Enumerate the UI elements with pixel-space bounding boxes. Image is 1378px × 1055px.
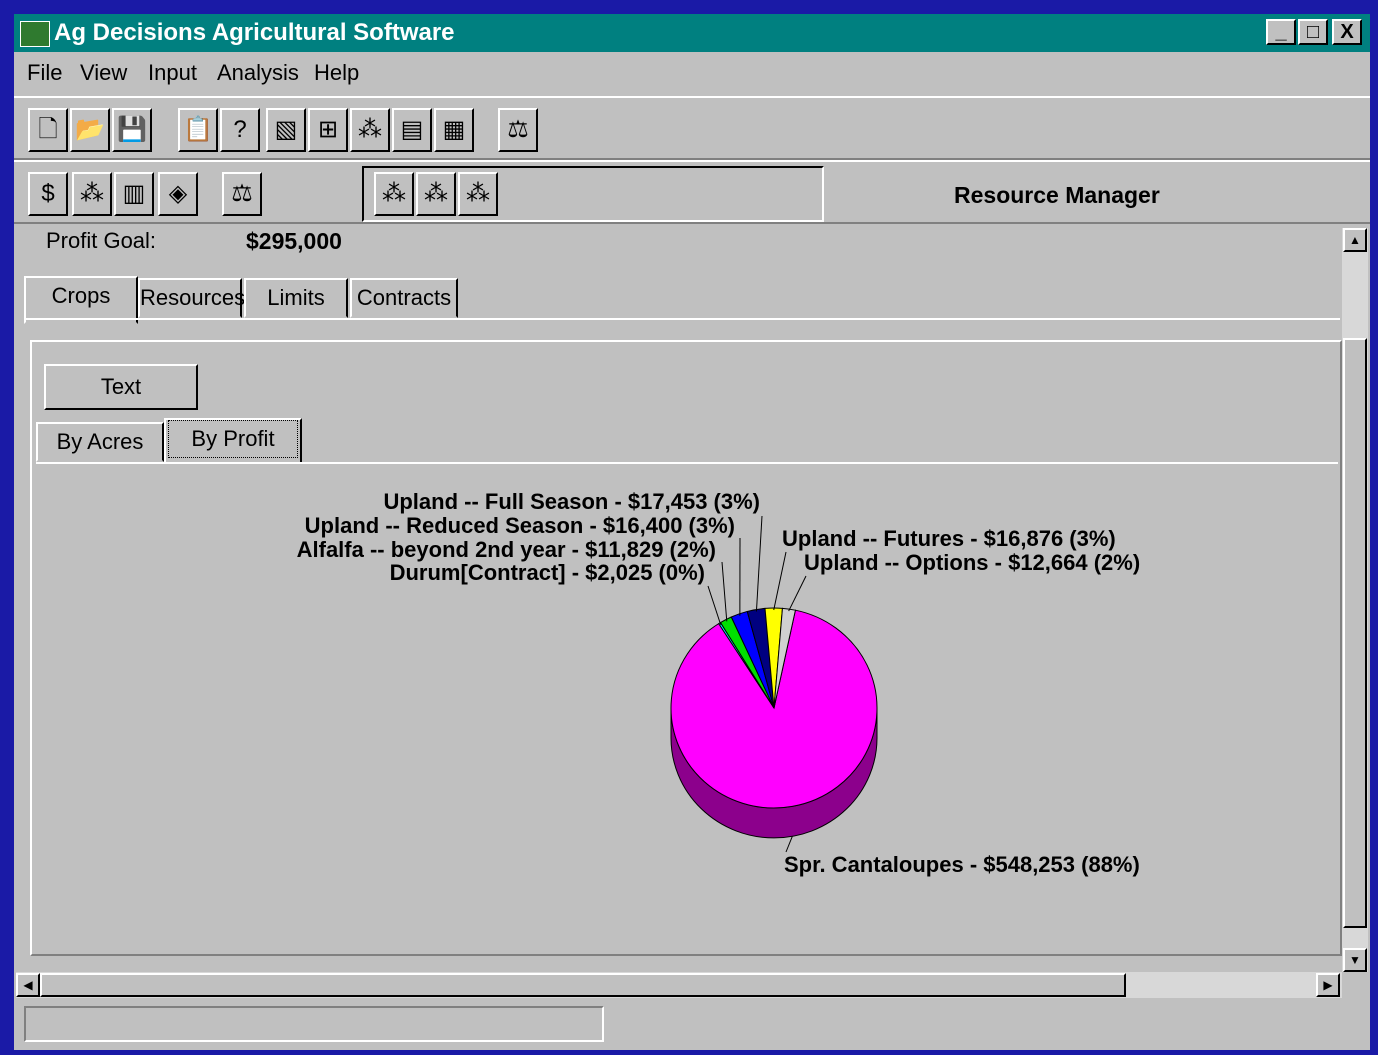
scroll-up-button[interactable]: ▲ [1343, 228, 1367, 252]
main-toolbar: 🗋 📂 💾 📋 ? ▧ ⊞ ⁂ ▤ ▦ ⚖ [14, 96, 1370, 160]
pie-label-3: Upland -- Reduced Season - $16,400 (3%) [305, 513, 735, 538]
close-button[interactable]: X [1332, 19, 1362, 45]
app-logo-icon [20, 21, 50, 47]
pie-leader-line-5 [773, 551, 787, 611]
help-question-icon[interactable]: ? [220, 108, 260, 152]
scroll-right-button[interactable]: ▶ [1316, 973, 1340, 997]
resource-manager-label: Resource Manager [954, 182, 1160, 208]
pie-leader-line-4 [755, 515, 763, 612]
horizontal-scroll-thumb[interactable] [40, 973, 1126, 997]
pie-label-5: Upland -- Futures - $16,876 (3%) [782, 526, 1116, 551]
menu-view[interactable]: View [80, 60, 127, 86]
maximize-button[interactable]: □ [1298, 19, 1328, 45]
new-document-icon[interactable]: 🗋 [28, 108, 68, 152]
text-button[interactable]: Text [44, 364, 198, 410]
grid-icon[interactable]: ⊞ [308, 108, 348, 152]
silo-icon[interactable]: ▥ [114, 172, 154, 216]
pie-label-4: Upland -- Full Season - $17,453 (3%) [383, 489, 760, 514]
scroll-left-button[interactable]: ◀ [16, 973, 40, 997]
tab-divider [24, 318, 1340, 320]
menu-help[interactable]: Help [314, 60, 359, 86]
resource-manager-group: ⁂ ⁂ ⁂ Resource Manager [362, 166, 1160, 222]
pie-leader-line-6 [788, 575, 807, 612]
pie-label-2: Alfalfa -- beyond 2nd year - $11,829 (2%… [297, 537, 716, 562]
tab-contracts[interactable]: Contracts [350, 278, 458, 318]
balance-scale-icon[interactable]: ⚖ [498, 108, 538, 152]
pie-label-1: Durum[Contract] - $2,025 (0%) [390, 560, 705, 585]
app-window: Ag Decisions Agricultural Software _ □ X… [14, 14, 1370, 1050]
profit-pie-chart: Spr. Cantaloupes - $548,253 (88%) Durum[C… [297, 489, 1141, 877]
menu-file[interactable]: File [27, 60, 62, 86]
hierarchy-icon[interactable]: ⁂ [350, 108, 390, 152]
tab-limits[interactable]: Limits [244, 278, 348, 318]
resource-check-icon[interactable]: ⁂ [458, 172, 498, 216]
profit-goal-value: $295,000 [246, 228, 342, 254]
title-bar[interactable]: Ag Decisions Agricultural Software _ □ X [14, 14, 1370, 52]
hierarchy-icon[interactable]: ⁂ [72, 172, 112, 216]
page-icon[interactable]: ▤ [392, 108, 432, 152]
subtab-by-profit[interactable]: By Profit [164, 418, 302, 464]
subtab-divider [36, 462, 1338, 464]
vertical-scroll-thumb[interactable] [1343, 338, 1367, 928]
menu-input[interactable]: Input [148, 60, 197, 86]
horizontal-scrollbar[interactable]: ◀ ▶ [16, 972, 1342, 998]
menu-analysis[interactable]: Analysis [217, 60, 299, 86]
dollar-icon[interactable]: $ [28, 172, 68, 216]
status-bar [24, 1006, 604, 1042]
subtab-by-profit-label: By Profit [168, 420, 298, 458]
save-icon[interactable]: 💾 [112, 108, 152, 152]
tab-resources[interactable]: Resources [138, 278, 245, 318]
report-icon[interactable]: 📋 [178, 108, 218, 152]
crops-panel: Text By Acres By Profit Spr. Cantaloupes… [30, 340, 1342, 956]
map-icon[interactable]: ▧ [266, 108, 306, 152]
vertical-scrollbar[interactable]: ▲ ▼ [1342, 228, 1368, 972]
minimize-button[interactable]: _ [1266, 19, 1296, 45]
profit-goal-label: Profit Goal: [46, 228, 157, 253]
pie-leader-line-1 [707, 585, 722, 625]
warning-icon[interactable]: ◈ [158, 172, 198, 216]
secondary-toolbar: $ ⁂ ▥ ◈ ⚖ ⁂ ⁂ ⁂ Resource Manager [14, 160, 1370, 224]
tab-crops[interactable]: Crops [24, 276, 138, 324]
resource-up-icon[interactable]: ⁂ [416, 172, 456, 216]
subtab-by-acres[interactable]: By Acres [36, 422, 164, 462]
balance-scale-icon[interactable]: ⚖ [222, 172, 262, 216]
resource-add-icon[interactable]: ⁂ [374, 172, 414, 216]
pie-leader-line-2 [721, 561, 728, 622]
table-icon[interactable]: ▦ [434, 108, 474, 152]
scroll-down-button[interactable]: ▼ [1343, 948, 1367, 972]
pie-label-0: Spr. Cantaloupes - $548,253 (88%) [784, 852, 1140, 877]
window-title: Ag Decisions Agricultural Software [54, 19, 455, 46]
open-folder-icon[interactable]: 📂 [70, 108, 110, 152]
pie-leader-line-0 [785, 836, 793, 853]
pie-label-6: Upland -- Options - $12,664 (2%) [804, 550, 1140, 575]
menu-bar: File View Input Analysis Help [14, 54, 1370, 94]
